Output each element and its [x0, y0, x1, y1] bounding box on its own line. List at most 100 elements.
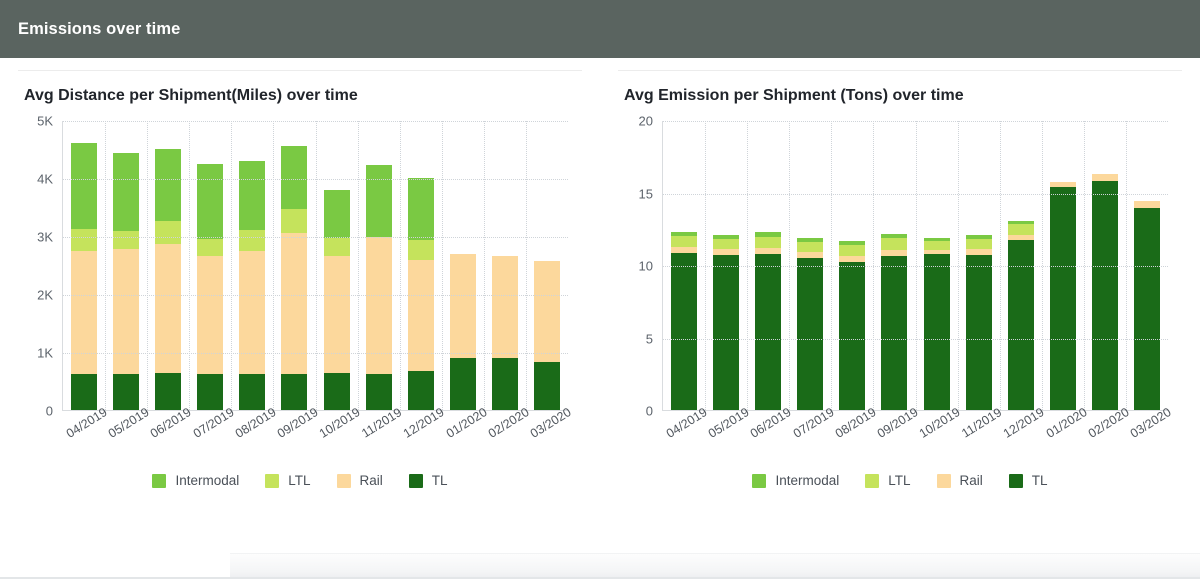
bar-segment-ltl[interactable] [797, 242, 824, 253]
bar-segment-tl[interactable] [797, 258, 824, 410]
bar-segment-tl[interactable] [1049, 187, 1076, 410]
bar-01-2020[interactable] [1049, 182, 1076, 410]
bar-segment-tl[interactable] [323, 373, 350, 410]
bar-segment-rail[interactable] [197, 256, 224, 375]
bar-05-2019[interactable] [113, 152, 140, 410]
legend-item-ltl[interactable]: LTL [865, 473, 911, 488]
bar-12-2019[interactable] [1007, 220, 1034, 410]
bar-06-2019[interactable] [155, 149, 182, 410]
bar-segment-ltl[interactable] [155, 220, 182, 244]
bar-05-2019[interactable] [713, 234, 740, 410]
bar-segment-tl[interactable] [1091, 180, 1118, 410]
legend-swatch-icon [265, 473, 280, 488]
bar-11-2019[interactable] [365, 164, 392, 410]
x-gridline [1125, 121, 1127, 410]
bar-segment-rail[interactable] [407, 259, 434, 372]
bar-06-2019[interactable] [755, 232, 782, 410]
bar-segment-tl[interactable] [155, 373, 182, 410]
bar-segment-tl[interactable] [533, 362, 560, 410]
bar-10-2019[interactable] [323, 189, 350, 410]
bar-segment-ltl[interactable] [713, 238, 740, 249]
bar-segment-ltl[interactable] [881, 238, 908, 251]
bar-03-2020[interactable] [1133, 201, 1160, 410]
bar-segment-tl[interactable] [923, 254, 950, 410]
legend-emission: Intermodal LTL Rail TL [614, 473, 1186, 488]
plot-wrap-distance: 0 1K 2K 3K 4K 5K 04/2019 05/2019 06/2019 07/2019… [14, 114, 586, 469]
bar-segment-rail[interactable] [449, 254, 476, 359]
bar-04-2019[interactable] [71, 143, 98, 410]
bar-segment-tl[interactable] [281, 374, 308, 410]
x-axis-tick-label: 05/2019 [106, 405, 152, 441]
bar-01-2020[interactable] [449, 254, 476, 410]
bar-segment-tl[interactable] [365, 374, 392, 410]
chart-title-emission: Avg Emission per Shipment (Tons) over ti… [624, 87, 964, 104]
x-axis-tick-label: 02/2020 [485, 405, 532, 441]
bar-segment-intermodal[interactable] [197, 163, 224, 240]
legend-item-rail[interactable]: Rail [936, 473, 983, 488]
y-axis-tick-label: 20 [638, 113, 653, 129]
bar-segment-tl[interactable] [449, 358, 476, 410]
bar-02-2020[interactable] [491, 256, 518, 410]
bar-segment-ltl[interactable] [239, 229, 266, 251]
bar-02-2020[interactable] [1091, 174, 1118, 410]
bar-07-2019[interactable] [197, 163, 224, 410]
bar-segment-rail[interactable] [239, 250, 266, 375]
bar-segment-tl[interactable] [881, 256, 908, 410]
bar-segment-ltl[interactable] [965, 238, 992, 249]
legend-label: LTL [888, 473, 911, 488]
legend-item-tl[interactable]: TL [408, 473, 448, 488]
bar-segment-intermodal[interactable] [155, 149, 182, 221]
bar-10-2019[interactable] [923, 238, 950, 410]
bar-segment-tl[interactable] [671, 253, 698, 410]
bar-segment-tl[interactable] [239, 374, 266, 410]
bar-segment-intermodal[interactable] [407, 178, 434, 241]
bar-segment-ltl[interactable] [113, 230, 140, 250]
bar-segment-intermodal[interactable] [113, 152, 140, 231]
bar-segment-ltl[interactable] [1007, 224, 1034, 235]
bar-segment-ltl[interactable] [755, 236, 782, 248]
bar-segment-ltl[interactable] [281, 209, 308, 233]
bar-09-2019[interactable] [281, 145, 308, 410]
bar-segment-tl[interactable] [713, 254, 740, 410]
bar-segment-ltl[interactable] [923, 241, 950, 250]
bar-09-2019[interactable] [881, 233, 908, 410]
bar-segment-tl[interactable] [839, 262, 866, 410]
bar-04-2019[interactable] [671, 231, 698, 410]
legend-item-tl[interactable]: TL [1008, 473, 1048, 488]
x-axis-labels-distance: 04/2019 05/2019 06/2019 07/2019 08/2019 09/20… [62, 405, 574, 469]
bar-segment-tl[interactable] [197, 374, 224, 410]
legend-item-intermodal[interactable]: Intermodal [152, 473, 239, 488]
bar-segment-rail[interactable] [323, 256, 350, 374]
bar-segment-ltl[interactable] [71, 229, 98, 251]
bar-segment-ltl[interactable] [407, 240, 434, 260]
bar-segment-rail[interactable] [533, 260, 560, 363]
bar-11-2019[interactable] [965, 234, 992, 410]
bar-03-2020[interactable] [533, 260, 560, 410]
legend-item-rail[interactable]: Rail [336, 473, 383, 488]
bar-segment-rail[interactable] [491, 256, 518, 358]
bar-segment-tl[interactable] [1133, 207, 1160, 410]
bar-segment-rail[interactable] [113, 249, 140, 375]
bar-07-2019[interactable] [797, 238, 824, 410]
x-gridline [1083, 121, 1085, 410]
bar-12-2019[interactable] [407, 178, 434, 410]
bar-segment-intermodal[interactable] [281, 145, 308, 210]
bar-segment-tl[interactable] [113, 374, 140, 410]
bar-segment-intermodal[interactable] [71, 143, 98, 230]
legend-item-intermodal[interactable]: Intermodal [752, 473, 839, 488]
bar-segment-intermodal[interactable] [239, 160, 266, 230]
bar-segment-rail[interactable] [71, 250, 98, 375]
bar-segment-ltl[interactable] [671, 236, 698, 247]
bar-segment-tl[interactable] [965, 254, 992, 410]
bar-segment-ltl[interactable] [197, 239, 224, 257]
bar-segment-tl[interactable] [71, 374, 98, 410]
bar-segment-tl[interactable] [407, 371, 434, 410]
bar-segment-ltl[interactable] [839, 245, 866, 257]
bar-segment-intermodal[interactable] [365, 164, 392, 237]
bar-segment-tl[interactable] [755, 254, 782, 410]
legend-item-ltl[interactable]: LTL [265, 473, 311, 488]
bar-segment-ltl[interactable] [323, 237, 350, 257]
bar-segment-tl[interactable] [491, 357, 518, 410]
bar-segment-intermodal[interactable] [323, 189, 350, 238]
bar-08-2019[interactable] [239, 160, 266, 410]
